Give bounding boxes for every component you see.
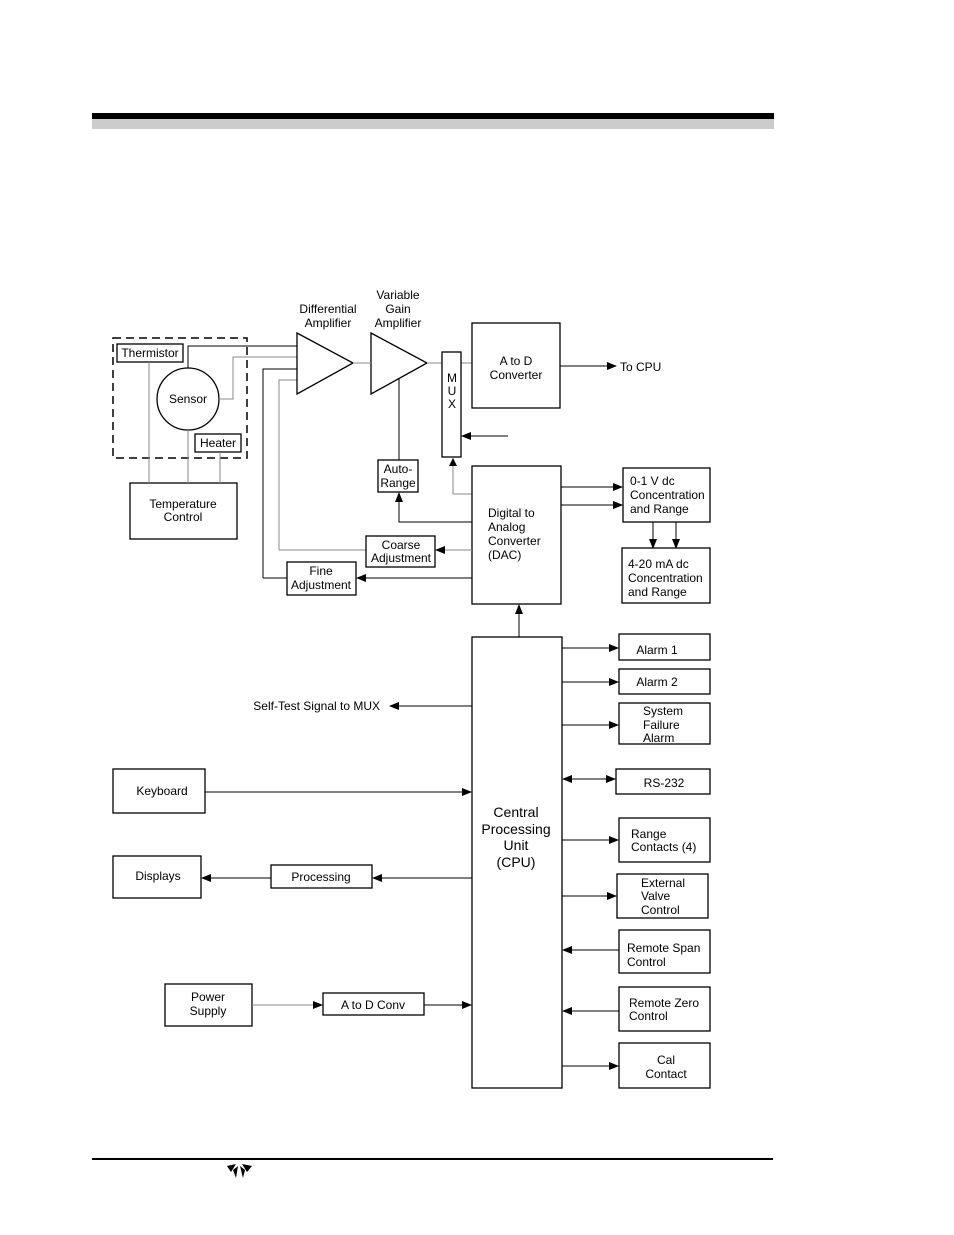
current-output-label: Concentration [628, 571, 703, 585]
system-failure-label: Failure [643, 718, 680, 732]
dac-label: Converter [488, 534, 541, 548]
auto-range-label: Auto- [384, 462, 413, 476]
voltage-output-label: Concentration [630, 488, 705, 502]
external-valve-control-block: External Valve Control [616, 873, 709, 919]
alarm-1-label: Alarm 1 [636, 643, 678, 657]
cpu-label: Processing [481, 821, 550, 837]
mux-block: M U X [441, 351, 462, 458]
external-valve-label: Valve [641, 889, 670, 903]
remote-zero-control-block: Remote Zero Control [618, 986, 711, 1032]
remote-span-label: Control [627, 955, 666, 969]
system-failure-label: Alarm [643, 731, 674, 745]
dac-label: Analog [488, 520, 525, 534]
range-contacts-label: Contacts (4) [631, 840, 696, 854]
external-valve-label: External [641, 876, 685, 890]
vga-label: Variable [376, 288, 419, 302]
keyboard-label: Keyboard [136, 784, 187, 798]
alarm-2-label: Alarm 2 [636, 675, 678, 689]
vga-label: Amplifier [375, 316, 422, 330]
power-supply-label: Power [191, 990, 225, 1004]
vga-label: Gain [385, 302, 410, 316]
dac-block: Digital to Analog Converter (DAC) [471, 465, 562, 605]
coarse-adjustment-block: Coarse Adjustment [365, 535, 436, 568]
thermistor-block: Thermistor [116, 343, 184, 363]
cal-contact-label: Cal [657, 1053, 675, 1067]
dac-label: (DAC) [488, 548, 521, 562]
diff-amp-label: Differential [299, 302, 356, 316]
teledyne-logo [227, 1164, 252, 1178]
auto-range-block: Auto- Range [377, 459, 419, 493]
adc-label: Converter [490, 368, 543, 382]
mux-label: U [448, 384, 457, 398]
remote-zero-label: Control [629, 1009, 668, 1023]
cpu-label: (CPU) [497, 854, 536, 870]
self-test-label: Self-Test Signal to MUX [253, 699, 380, 713]
current-output-label: 4-20 mA dc [628, 557, 689, 571]
displays-label: Displays [135, 869, 180, 883]
temperature-control-label: Temperature [149, 497, 217, 511]
cpu-block: Central Processing Unit (CPU) [471, 636, 563, 1089]
mux-label: X [448, 397, 456, 411]
heater-block: Heater [194, 433, 242, 453]
cal-contact-block: Cal Contact [618, 1042, 711, 1089]
remote-zero-label: Remote Zero [629, 996, 699, 1010]
fine-label: Adjustment [291, 578, 352, 592]
temperature-control-label: Control [164, 510, 203, 524]
thermistor-label: Thermistor [121, 346, 178, 360]
header-rule-dark [92, 113, 774, 119]
cpu-label: Unit [504, 837, 529, 853]
remote-span-control-block: Remote Span Control [618, 929, 711, 974]
range-contacts-label: Range [631, 827, 667, 841]
coarse-label: Coarse [382, 538, 421, 552]
processing-block: Processing [270, 864, 373, 889]
temperature-control-block: Temperature Control [129, 482, 238, 540]
auto-range-label: Range [380, 476, 416, 490]
system-failure-label: System [643, 704, 683, 718]
to-cpu-label: To CPU [620, 360, 661, 374]
keyboard-block: Keyboard [112, 768, 206, 814]
rs232-label: RS-232 [644, 776, 685, 790]
block-diagram: Thermistor Sensor Heater Temperature Con… [92, 113, 774, 1178]
diff-amp-label: Amplifier [305, 316, 352, 330]
fine-adjustment-block: Fine Adjustment [286, 561, 357, 596]
voltage-output-label: 0-1 V dc [630, 474, 675, 488]
current-output-block: 4-20 mA dc Concentration and Range [621, 547, 711, 604]
range-contacts-block: Range Contacts (4) [618, 817, 711, 863]
a-to-d-conv-block: A to D Conv [322, 992, 425, 1016]
system-failure-alarm-block: System Failure Alarm [618, 702, 711, 745]
power-supply-label: Supply [190, 1004, 227, 1018]
voltage-output-block: 0-1 V dc Concentration and Range [622, 467, 711, 523]
processing-label: Processing [291, 870, 350, 884]
cal-contact-label: Contact [645, 1067, 687, 1081]
differential-amplifier: Differential Amplifier [296, 302, 357, 396]
sensor-block: Sensor [156, 367, 220, 431]
power-supply-block: Power Supply [164, 983, 253, 1027]
current-output-label: and Range [628, 585, 687, 599]
displays-block: Displays [112, 855, 202, 899]
adc-label: A to D [500, 354, 533, 368]
rs232-block: RS-232 [615, 768, 711, 795]
dac-label: Digital to [488, 506, 535, 520]
heater-label: Heater [200, 436, 236, 450]
fine-label: Fine [309, 564, 333, 578]
header-rule-light [92, 119, 774, 129]
a-to-d-conv-label: A to D Conv [341, 998, 405, 1012]
mux-label: M [447, 371, 457, 385]
remote-span-label: Remote Span [627, 941, 700, 955]
alarm-1-block: Alarm 1 [618, 633, 711, 661]
coarse-label: Adjustment [371, 551, 432, 565]
cpu-label: Central [493, 804, 538, 820]
voltage-output-label: and Range [630, 502, 689, 516]
external-valve-label: Control [641, 903, 680, 917]
alarm-2-block: Alarm 2 [618, 668, 711, 695]
footer-rule [92, 1158, 773, 1160]
a-to-d-converter-block: A to D Converter [471, 322, 561, 409]
sensor-label: Sensor [169, 392, 207, 406]
